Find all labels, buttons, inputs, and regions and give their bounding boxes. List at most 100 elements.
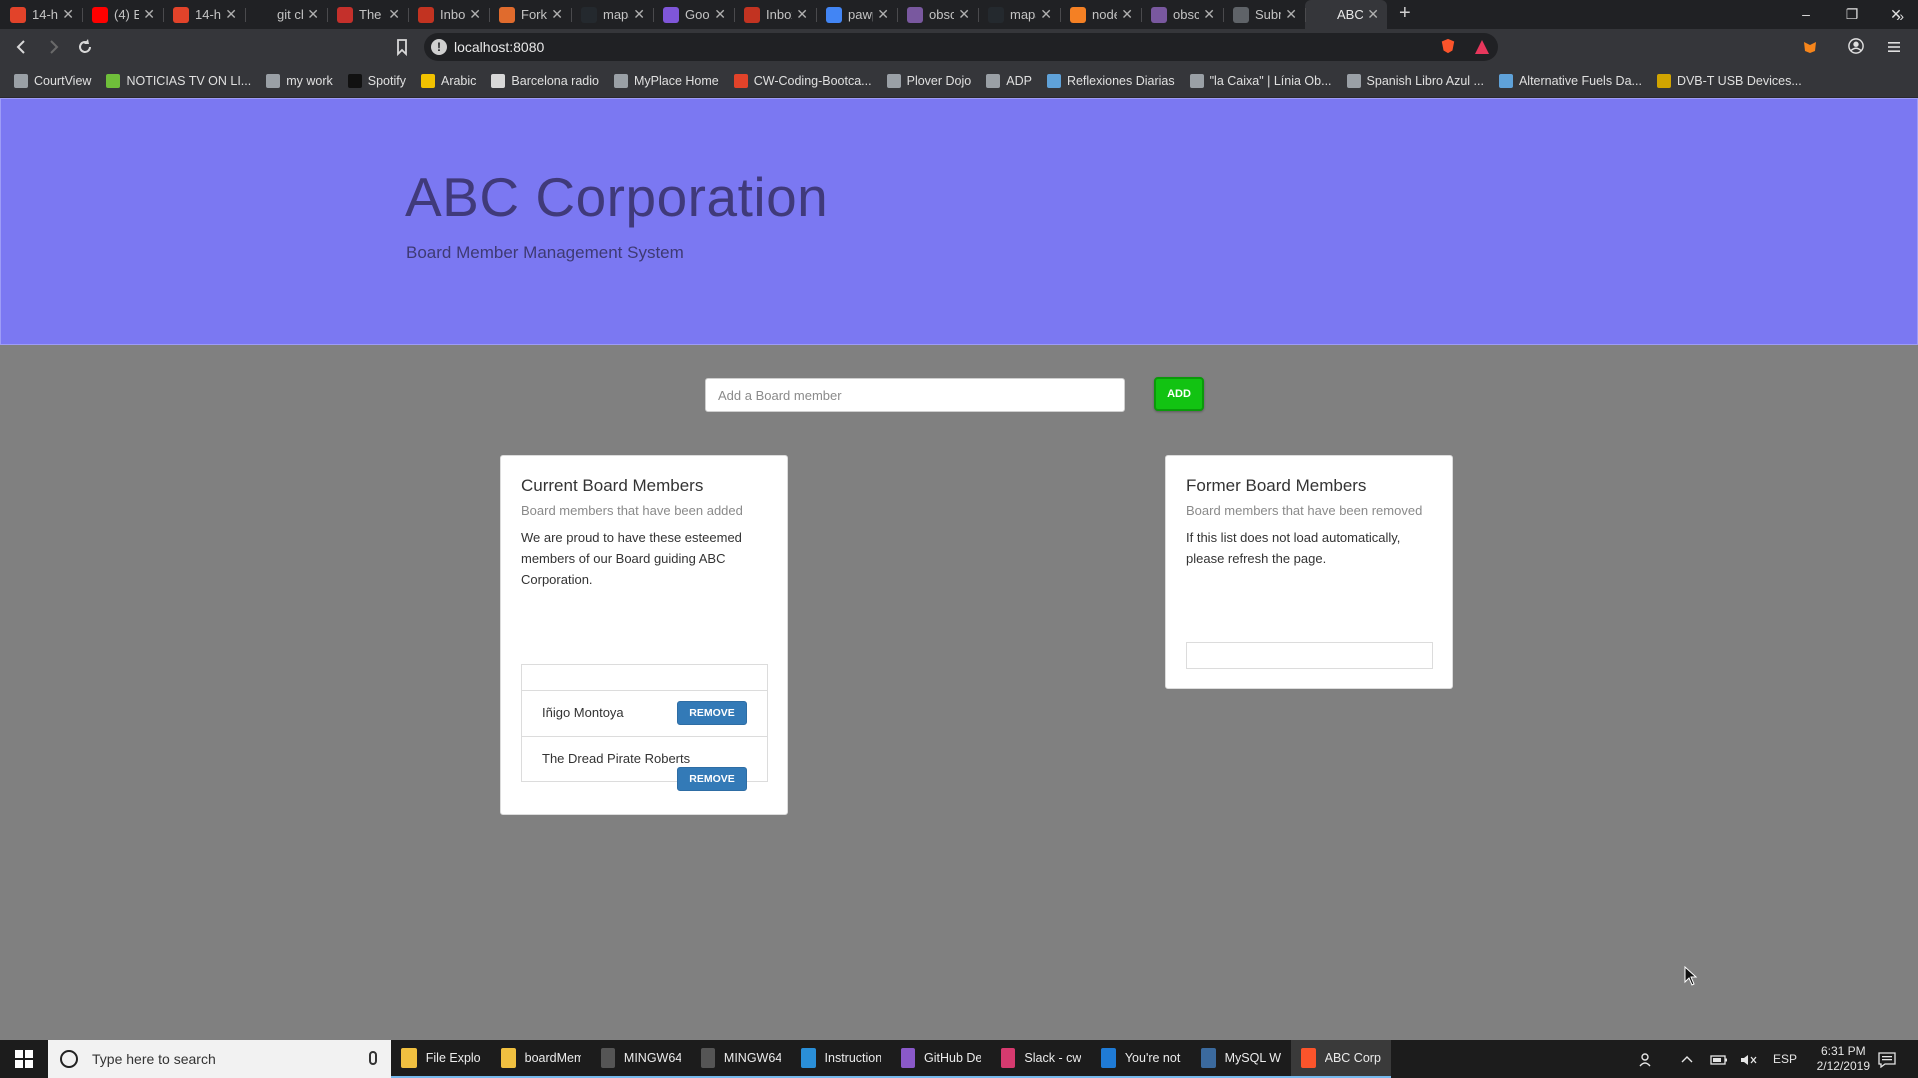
taskbar-app[interactable]: MINGW64:/c... [691, 1040, 791, 1078]
bookmark-item[interactable]: Spanish Libro Azul ... [1346, 74, 1484, 88]
brave-rewards-icon[interactable] [1474, 39, 1490, 55]
forward-button[interactable] [43, 37, 63, 57]
back-button[interactable] [12, 37, 32, 57]
close-tab-icon[interactable]: ✕ [225, 6, 237, 23]
close-tab-icon[interactable]: ✕ [307, 6, 319, 23]
metamask-extension-icon[interactable] [1802, 39, 1818, 55]
close-tab-icon[interactable]: ✕ [633, 6, 645, 23]
bookmark-item[interactable]: ADP [986, 74, 1032, 88]
address-bar[interactable]: ! localhost:8080 [424, 33, 1498, 61]
close-tab-icon[interactable]: ✕ [143, 6, 155, 23]
taskbar-search-box[interactable]: Type here to search [48, 1040, 391, 1078]
bookmarks-overflow-button[interactable]: » [1896, 8, 1904, 24]
menu-icon[interactable] [1886, 39, 1902, 55]
browser-tab[interactable]: obscure✕ [897, 0, 978, 29]
close-tab-icon[interactable]: ✕ [1367, 6, 1379, 23]
taskbar-app[interactable]: MINGW64:/c... [591, 1040, 691, 1078]
browser-tab[interactable]: mapach ✕ [978, 0, 1060, 29]
microphone-icon[interactable] [369, 1051, 377, 1065]
reload-button[interactable] [75, 37, 95, 57]
browser-tab[interactable]: obscure✕ [1141, 0, 1223, 29]
bookmark-item[interactable]: Barcelona radio [491, 74, 599, 88]
bookmark-item[interactable]: Plover Dojo [886, 74, 971, 88]
tab-title: mapach [1010, 7, 1036, 22]
close-tab-icon[interactable]: ✕ [551, 6, 563, 23]
minimize-window-button[interactable]: – [1786, 0, 1826, 29]
volume-muted-icon[interactable] [1740, 1040, 1758, 1078]
close-tab-icon[interactable]: ✕ [62, 6, 74, 23]
browser-tab[interactable]: ABC Co✕ [1305, 0, 1387, 29]
bookmark-item[interactable]: DVB-T USB Devices... [1656, 74, 1802, 88]
bookmark-item[interactable]: "la Caixa" | Línia Ob... [1189, 74, 1332, 88]
remove-button[interactable]: REMOVE [677, 767, 747, 791]
bookmark-item[interactable]: Alternative Fuels Da... [1498, 74, 1642, 88]
stackoverflow-icon [1070, 6, 1086, 23]
add-button[interactable]: ADD [1154, 377, 1204, 411]
browser-tab[interactable]: ForkDel ✕ [489, 0, 571, 29]
tab-title: obscure [1173, 7, 1200, 22]
taskbar-app[interactable]: File Explorer [391, 1040, 491, 1078]
taskbar-app-label: Instructions.... [824, 1051, 881, 1065]
bookmark-item[interactable]: my work [266, 74, 333, 88]
browser-tab[interactable]: 14-hand✕ [163, 0, 245, 29]
bookmark-item[interactable]: Spotify [347, 74, 406, 88]
taskbar-app[interactable]: Slack - cwru... [991, 1040, 1091, 1078]
account-icon[interactable] [1848, 38, 1864, 54]
system-clock[interactable]: 6:31 PM 2/12/2019 [1817, 1044, 1870, 1074]
taskbar-app[interactable]: You're not c... [1091, 1040, 1191, 1078]
taskbar-app[interactable]: Instructions.... [791, 1040, 891, 1078]
blank-page-icon [255, 6, 271, 23]
browser-tab[interactable]: (4) Eat D✕ [82, 0, 163, 29]
member-name: Iñigo Montoya [542, 705, 624, 720]
browser-tab[interactable]: Submit ✕ [1223, 0, 1305, 29]
browser-tab[interactable]: mapach ✕ [571, 0, 653, 29]
spotify-icon [347, 74, 362, 88]
close-tab-icon[interactable]: ✕ [714, 6, 726, 23]
browser-tab[interactable]: Google ✕ [653, 0, 734, 29]
bookmark-item[interactable]: CourtView [14, 74, 91, 88]
browser-tab[interactable]: Inbox (8✕ [408, 0, 489, 29]
browser-tab[interactable]: Inbox (8✕ [734, 0, 816, 29]
remove-button[interactable]: REMOVE [677, 701, 747, 725]
show-hidden-icons-chevron-icon[interactable] [1680, 1040, 1694, 1078]
bookmark-page-button[interactable] [392, 37, 412, 57]
site-info-icon[interactable]: ! [431, 39, 447, 55]
close-tab-icon[interactable]: ✕ [469, 6, 481, 23]
brave-shields-icon[interactable] [1440, 38, 1456, 54]
taskbar-app[interactable]: boardMemb... [491, 1040, 591, 1078]
taskbar-app[interactable]: MySQL Wor... [1191, 1040, 1291, 1078]
close-tab-icon[interactable]: ✕ [1285, 6, 1297, 23]
taskbar-app-label: MINGW64:/c... [623, 1051, 681, 1065]
page-icon [886, 74, 901, 88]
close-tab-icon[interactable]: ✕ [796, 6, 808, 23]
close-tab-icon[interactable]: ✕ [1121, 6, 1133, 23]
input-language-indicator[interactable]: ESP [1773, 1040, 1797, 1078]
close-tab-icon[interactable]: ✕ [1040, 6, 1052, 23]
new-tab-button[interactable]: + [1387, 0, 1423, 29]
bookmark-item[interactable]: NOTICIAS TV ON LI... [106, 74, 251, 88]
action-center-icon[interactable] [1878, 1040, 1896, 1078]
start-button[interactable] [0, 1040, 48, 1078]
folder-icon [501, 1048, 516, 1068]
close-tab-icon[interactable]: ✕ [877, 6, 889, 23]
bookmark-item[interactable]: MyPlace Home [613, 74, 719, 88]
close-tab-icon[interactable]: ✕ [1203, 6, 1215, 23]
bookmark-item[interactable]: Reflexiones Diarias [1046, 74, 1175, 88]
browser-tab[interactable]: pawpaw ✕ [816, 0, 897, 29]
vscode-icon [801, 1048, 816, 1068]
browser-tab[interactable]: node.js ✕ [1060, 0, 1141, 29]
bookmark-item[interactable]: CW-Coding-Bootca... [733, 74, 872, 88]
bookmark-item[interactable]: Arabic [420, 74, 476, 88]
people-icon[interactable] [1638, 1040, 1656, 1078]
close-tab-icon[interactable]: ✕ [958, 6, 970, 23]
browser-tab[interactable]: The Cod ✕ [327, 0, 408, 29]
slack-icon [1001, 1048, 1016, 1068]
battery-icon[interactable] [1710, 1040, 1728, 1078]
close-tab-icon[interactable]: ✕ [388, 6, 400, 23]
restore-window-button[interactable]: ❐ [1832, 0, 1872, 29]
taskbar-app[interactable]: GitHub Desk... [891, 1040, 991, 1078]
browser-tab[interactable]: 14-hand✕ [0, 0, 82, 29]
taskbar-app[interactable]: ABC Corpor... [1291, 1040, 1391, 1078]
add-board-member-input[interactable] [705, 378, 1125, 412]
browser-tab[interactable]: git cheat ✕ [245, 0, 327, 29]
